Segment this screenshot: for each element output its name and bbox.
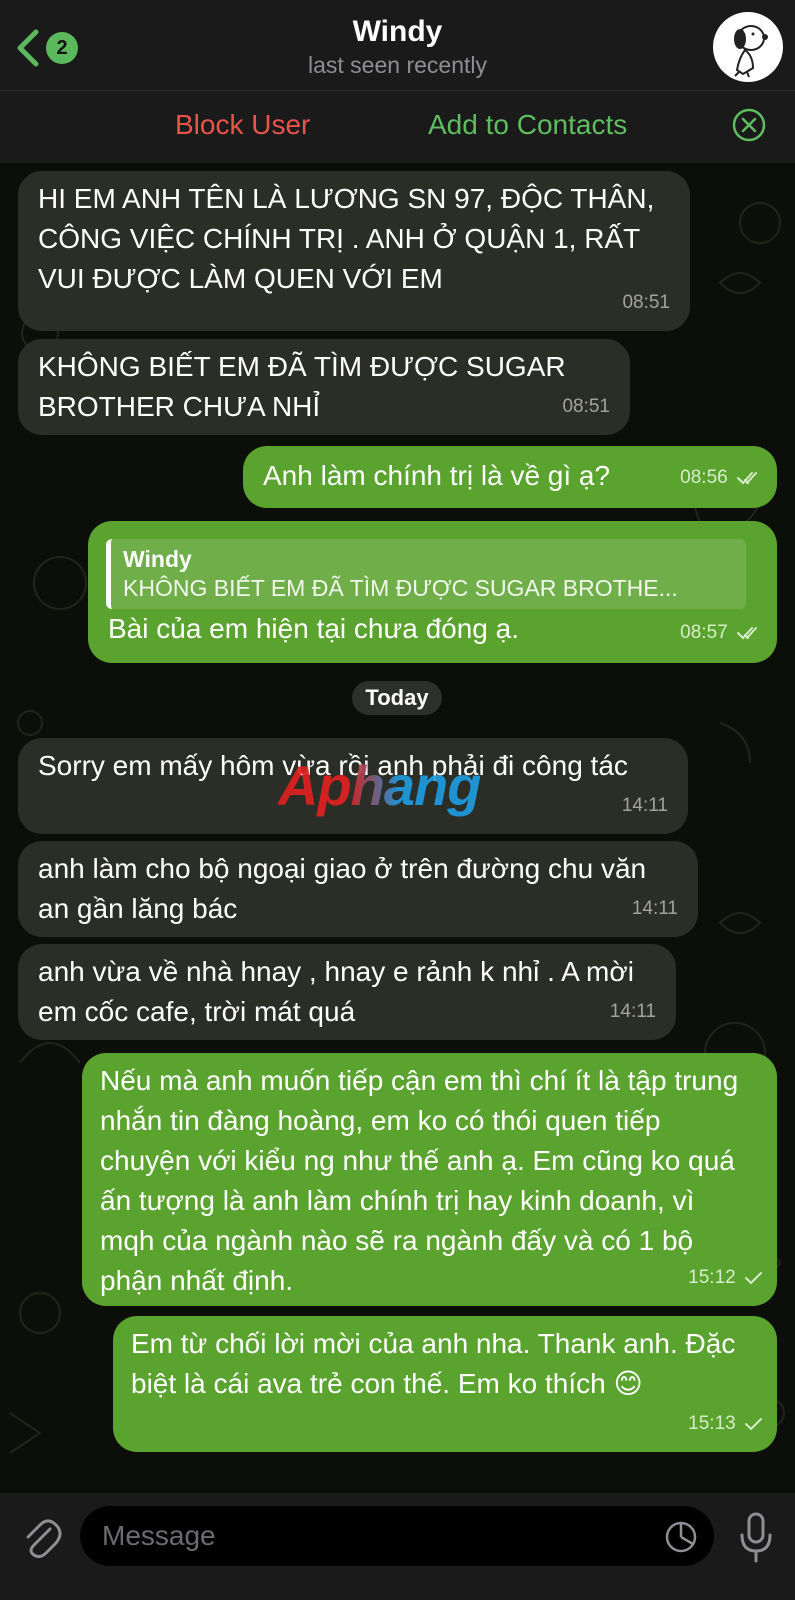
incoming-message[interactable]: KHÔNG BIẾT EM ĐÃ TÌM ĐƯỢC SUGAR BROTHER … <box>18 339 630 435</box>
check-icon <box>745 1271 762 1285</box>
message-time: 08:51 <box>562 396 610 417</box>
message-time-value: 08:57 <box>680 622 728 643</box>
contact-name: Windy <box>352 15 443 48</box>
message-time-value: 15:12 <box>688 1267 736 1288</box>
reply-quote[interactable]: Windy KHÔNG BIẾT EM ĐÃ TÌM ĐƯỢC SUGAR BR… <box>106 539 746 609</box>
check-icon <box>745 1417 762 1431</box>
message-text: Bài của em hiện tại chưa đóng ạ. <box>108 613 520 644</box>
close-circle-icon[interactable] <box>732 108 766 142</box>
sticker-icon[interactable] <box>664 1520 698 1554</box>
message-text: HI EM ANH TÊN LÀ LƯƠNG SN 97, ĐỘC THÂN, … <box>38 183 655 294</box>
composer-bar: Message <box>0 1493 795 1600</box>
outgoing-message[interactable]: Anh làm chính trị là về gì ạ? 08:56 <box>243 446 777 508</box>
avatar[interactable] <box>713 12 783 82</box>
message-text: anh làm cho bộ ngoại giao ở trên đường c… <box>38 853 647 924</box>
day-divider: Today <box>352 681 442 715</box>
message-time-value: 08:56 <box>680 467 728 488</box>
double-check-icon <box>737 471 757 485</box>
snoopy-avatar-icon <box>734 25 768 78</box>
message-input[interactable]: Message <box>80 1506 714 1566</box>
message-list[interactable]: HI EM ANH TÊN LÀ LƯƠNG SN 97, ĐỘC THÂN, … <box>0 163 795 1493</box>
incoming-message[interactable]: anh làm cho bộ ngoại giao ở trên đường c… <box>18 841 698 937</box>
paperclip-icon[interactable] <box>20 1515 62 1563</box>
reply-excerpt: KHÔNG BIẾT EM ĐÃ TÌM ĐƯỢC SUGAR BROTHE..… <box>123 575 678 601</box>
message-time: 08:57 <box>680 613 763 653</box>
message-time: 14:11 <box>609 1001 656 1022</box>
double-check-icon <box>737 626 757 640</box>
message-text: Nếu mà anh muốn tiếp cận em thì chí ít l… <box>100 1065 739 1296</box>
message-time: 15:12 <box>688 1258 763 1298</box>
contact-action-bar: Block User Add to Contacts <box>0 90 795 163</box>
message-time: 15:13 <box>688 1404 763 1444</box>
message-text: Em từ chối lời mời của anh nha. Thank an… <box>131 1324 759 1404</box>
chat-header: 2 Windy last seen recently <box>0 0 795 90</box>
smile-emoji: 😊 <box>613 1367 643 1400</box>
last-seen-status: last seen recently <box>308 52 487 78</box>
add-to-contacts-button[interactable]: Add to Contacts <box>428 109 627 141</box>
outgoing-reply-message[interactable]: Windy KHÔNG BIẾT EM ĐÃ TÌM ĐƯỢC SUGAR BR… <box>88 521 777 663</box>
microphone-icon[interactable] <box>738 1511 774 1563</box>
message-input-placeholder: Message <box>102 1520 216 1551</box>
incoming-message[interactable]: HI EM ANH TÊN LÀ LƯƠNG SN 97, ĐỘC THÂN, … <box>18 171 690 331</box>
contact-title-block[interactable]: Windy last seen recently <box>0 14 795 80</box>
outgoing-message[interactable]: Em từ chối lời mời của anh nha. Thank an… <box>113 1316 777 1452</box>
outgoing-message[interactable]: Nếu mà anh muốn tiếp cận em thì chí ít l… <box>82 1053 777 1306</box>
watermark-logo: Aphang <box>278 754 481 817</box>
incoming-message[interactable]: anh vừa về nhà hnay , hnay e rảnh k nhỉ … <box>18 944 676 1040</box>
block-user-button[interactable]: Block User <box>175 109 310 141</box>
message-time: 14:11 <box>631 898 678 919</box>
reply-author: Windy <box>123 546 192 572</box>
message-text: anh vừa về nhà hnay , hnay e rảnh k nhỉ … <box>38 956 634 1027</box>
message-time: 14:11 <box>621 795 668 816</box>
message-time-value: 15:13 <box>688 1413 736 1434</box>
message-time: 08:56 <box>680 458 763 498</box>
message-time: 08:51 <box>622 292 670 313</box>
message-text-body: Em từ chối lời mời của anh nha. Thank an… <box>131 1328 736 1399</box>
message-text: KHÔNG BIẾT EM ĐÃ TÌM ĐƯỢC SUGAR BROTHER … <box>38 351 566 422</box>
